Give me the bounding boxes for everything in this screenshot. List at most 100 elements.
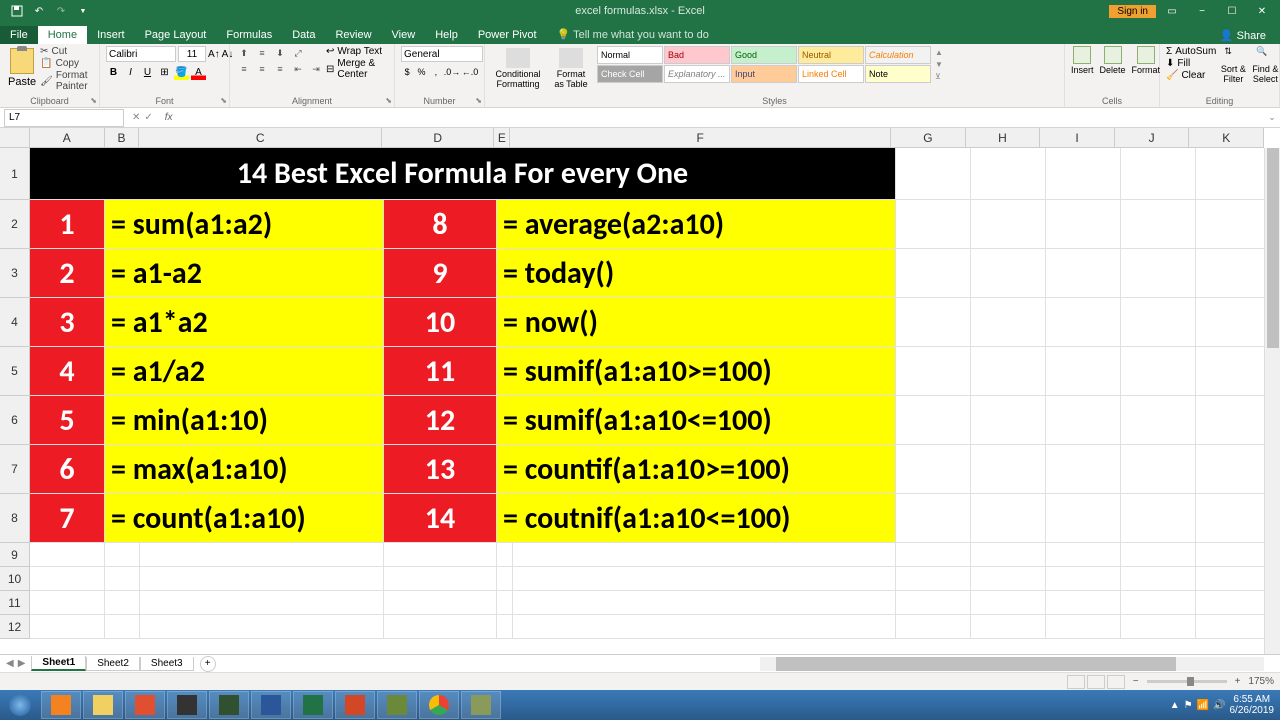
- task-app4[interactable]: [461, 691, 501, 719]
- cell-H2[interactable]: [971, 200, 1046, 249]
- tab-data[interactable]: Data: [282, 26, 325, 44]
- cell-H8[interactable]: [971, 494, 1046, 543]
- tray-network-icon[interactable]: 📶: [1197, 700, 1209, 711]
- row-header-2[interactable]: 2: [0, 200, 29, 249]
- row-header-1[interactable]: 1: [0, 148, 29, 200]
- cell-F9[interactable]: [513, 543, 896, 567]
- cell-BC6[interactable]: = min(a1:10): [105, 396, 384, 445]
- style-input[interactable]: Input: [731, 65, 797, 83]
- col-header-I[interactable]: I: [1040, 128, 1115, 147]
- cell-J9[interactable]: [1121, 543, 1196, 567]
- italic-button[interactable]: I: [123, 65, 138, 80]
- cell-J12[interactable]: [1121, 615, 1196, 639]
- minimize-icon[interactable]: −: [1188, 2, 1216, 20]
- cell-EF4[interactable]: = now(): [497, 298, 896, 347]
- share-button[interactable]: 👤 Share: [1214, 27, 1272, 44]
- tab-home[interactable]: Home: [38, 26, 87, 44]
- number-format-combo[interactable]: [401, 46, 483, 62]
- gallery-up-icon[interactable]: ▲: [935, 48, 943, 57]
- font-color-button[interactable]: A: [191, 65, 206, 80]
- page-break-view-icon[interactable]: [1107, 675, 1125, 689]
- save-icon[interactable]: [8, 2, 26, 20]
- delete-cells-button[interactable]: Delete: [1100, 46, 1126, 75]
- cell-J8[interactable]: [1121, 494, 1196, 543]
- row-header-3[interactable]: 3: [0, 249, 29, 298]
- cell-BC3[interactable]: = a1-a2: [105, 249, 384, 298]
- cell-A9[interactable]: [30, 543, 105, 567]
- cell-F11[interactable]: [513, 591, 896, 615]
- cell-H7[interactable]: [971, 445, 1046, 494]
- cell-I1[interactable]: [1046, 148, 1121, 200]
- cell-BC5[interactable]: = a1/a2: [105, 347, 384, 396]
- cell-G9[interactable]: [896, 543, 971, 567]
- cell-K7[interactable]: [1196, 445, 1271, 494]
- cell-D4[interactable]: 10: [384, 298, 497, 347]
- cell-BC8[interactable]: = count(a1:a10): [105, 494, 384, 543]
- style-explanatory[interactable]: Explanatory ...: [664, 65, 730, 83]
- row-header-7[interactable]: 7: [0, 445, 29, 494]
- style-neutral[interactable]: Neutral: [798, 46, 864, 64]
- col-header-E[interactable]: E: [494, 128, 510, 147]
- cell-K1[interactable]: [1196, 148, 1271, 200]
- cell-I2[interactable]: [1046, 200, 1121, 249]
- cell-G2[interactable]: [896, 200, 971, 249]
- cell-H3[interactable]: [971, 249, 1046, 298]
- add-sheet-button[interactable]: +: [200, 656, 216, 672]
- cell-K9[interactable]: [1196, 543, 1271, 567]
- cell-title[interactable]: 14 Best Excel Formula For every One: [30, 148, 896, 200]
- task-app3[interactable]: [377, 691, 417, 719]
- alignment-launcher-icon[interactable]: ⬊: [385, 96, 392, 105]
- col-header-F[interactable]: F: [510, 128, 891, 147]
- cell-A10[interactable]: [30, 567, 105, 591]
- cell-A6[interactable]: 5: [30, 396, 105, 445]
- task-app1[interactable]: [167, 691, 207, 719]
- cell-J11[interactable]: [1121, 591, 1196, 615]
- cell-G6[interactable]: [896, 396, 971, 445]
- cell-A11[interactable]: [30, 591, 105, 615]
- font-size-input[interactable]: [178, 46, 206, 62]
- align-left-icon[interactable]: ≡: [236, 62, 252, 76]
- cell-J1[interactable]: [1121, 148, 1196, 200]
- tab-formulas[interactable]: Formulas: [216, 26, 282, 44]
- cell-A12[interactable]: [30, 615, 105, 639]
- maximize-icon[interactable]: ☐: [1218, 2, 1246, 20]
- name-box[interactable]: [4, 109, 124, 127]
- currency-icon[interactable]: $: [401, 64, 413, 80]
- cell-E9[interactable]: [497, 543, 513, 567]
- cell-I5[interactable]: [1046, 347, 1121, 396]
- col-header-H[interactable]: H: [966, 128, 1041, 147]
- tell-me-search[interactable]: 💡 Tell me what you want to do: [547, 25, 719, 44]
- style-check-cell[interactable]: Check Cell: [597, 65, 663, 83]
- cell-I11[interactable]: [1046, 591, 1121, 615]
- align-right-icon[interactable]: ≡: [272, 62, 288, 76]
- cell-G1[interactable]: [896, 148, 971, 200]
- cell-I3[interactable]: [1046, 249, 1121, 298]
- cells-area[interactable]: 14 Best Excel Formula For every One1= su…: [30, 148, 1264, 654]
- cell-D9[interactable]: [384, 543, 497, 567]
- indent-decrease-icon[interactable]: ⇤: [290, 62, 306, 76]
- tab-insert[interactable]: Insert: [87, 26, 135, 44]
- number-launcher-icon[interactable]: ⬊: [475, 96, 482, 105]
- normal-view-icon[interactable]: [1067, 675, 1085, 689]
- zoom-in-icon[interactable]: +: [1235, 676, 1241, 687]
- cell-G12[interactable]: [896, 615, 971, 639]
- col-header-G[interactable]: G: [891, 128, 966, 147]
- col-header-B[interactable]: B: [105, 128, 140, 147]
- cell-H6[interactable]: [971, 396, 1046, 445]
- tray-flag-icon[interactable]: ⚑: [1184, 700, 1193, 711]
- cell-H4[interactable]: [971, 298, 1046, 347]
- row-header-10[interactable]: 10: [0, 567, 29, 591]
- tab-file[interactable]: File: [0, 26, 38, 44]
- fill-button[interactable]: ⬇ Fill: [1166, 58, 1216, 69]
- cancel-formula-icon[interactable]: ✕: [132, 112, 140, 123]
- cell-B12[interactable]: [105, 615, 140, 639]
- tray-volume-icon[interactable]: 🔊: [1213, 700, 1225, 711]
- sheet-nav-prev-icon[interactable]: ◀: [6, 658, 14, 669]
- task-vlc[interactable]: [41, 691, 81, 719]
- cell-G11[interactable]: [896, 591, 971, 615]
- cell-D10[interactable]: [384, 567, 497, 591]
- zoom-slider[interactable]: [1147, 680, 1227, 683]
- cell-D11[interactable]: [384, 591, 497, 615]
- cell-G8[interactable]: [896, 494, 971, 543]
- cell-I8[interactable]: [1046, 494, 1121, 543]
